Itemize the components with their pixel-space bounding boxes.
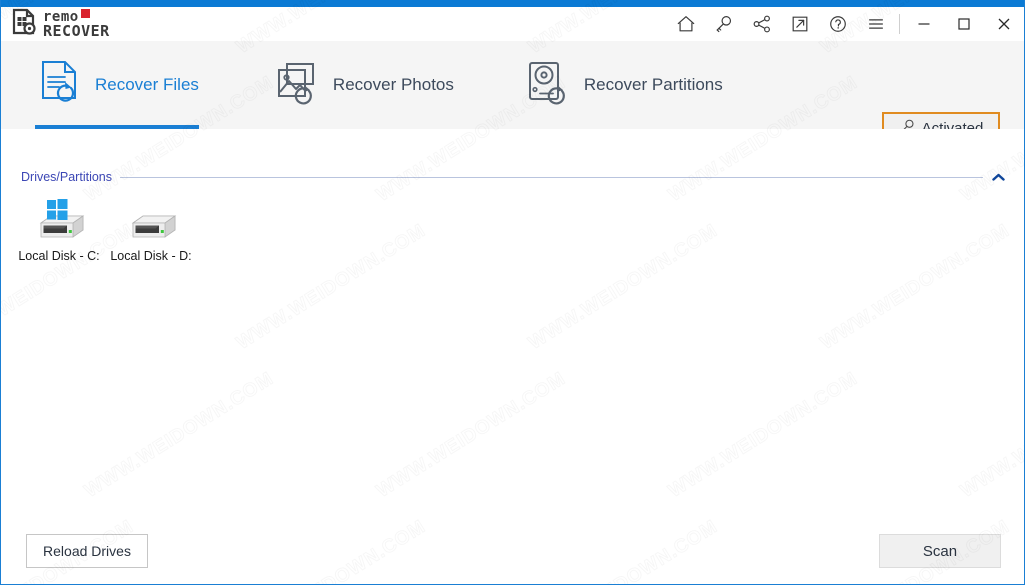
app-logo: remo RECOVER: [11, 7, 110, 41]
home-icon[interactable]: [667, 7, 705, 41]
title-bar: remo RECOVER: [1, 7, 1024, 41]
external-link-icon[interactable]: [781, 7, 819, 41]
tab-bar: Recover Files Recover Photos Recover Par…: [1, 41, 1024, 145]
minimize-button[interactable]: [904, 7, 944, 41]
logo-word-recover: RECOVER: [43, 21, 110, 40]
scan-label: Scan: [922, 542, 958, 560]
drives-section-header: Drives/Partitions: [21, 170, 1005, 184]
drives-list: Local Disk - C: Local Disk - D:: [13, 193, 197, 263]
tab-recover-files[interactable]: Recover Files: [35, 41, 199, 129]
reload-drives-label: Reload Drives: [43, 543, 131, 559]
tab-recover-partitions[interactable]: Recover Partitions: [524, 41, 723, 129]
key-icon[interactable]: [705, 7, 743, 41]
scan-button[interactable]: Scan: [879, 534, 1001, 568]
recover-partitions-icon: [524, 58, 572, 113]
recover-photos-icon: [273, 58, 321, 113]
tab-recover-photos[interactable]: Recover Photos: [273, 41, 454, 129]
section-divider-line: [120, 176, 983, 178]
menu-icon[interactable]: [857, 7, 895, 41]
close-button[interactable]: [984, 7, 1024, 41]
hard-drive-windows-icon: [27, 197, 91, 245]
tab-list: Recover Files Recover Photos Recover Par…: [35, 41, 723, 129]
application-window: remo RECOVER Recover Files Recover Photo…: [0, 0, 1025, 585]
titlebar-divider: [899, 14, 900, 34]
tab-label: Recover Photos: [332, 75, 454, 94]
drive-item-local-disk-d[interactable]: Local Disk - D:: [105, 193, 197, 263]
remo-document-logo-icon: [11, 8, 37, 41]
top-accent-strip: [1, 0, 1024, 7]
logo-wordmark: remo RECOVER: [43, 9, 110, 40]
title-bar-icon-group: [667, 7, 1024, 41]
reload-drives-button[interactable]: Reload Drives: [26, 534, 148, 568]
share-icon[interactable]: [743, 7, 781, 41]
chevron-up-icon[interactable]: [991, 170, 1005, 184]
drive-item-local-disk-c[interactable]: Local Disk - C:: [13, 193, 105, 263]
section-title: Drives/Partitions: [21, 170, 112, 184]
maximize-button[interactable]: [944, 7, 984, 41]
drive-label: Local Disk - C:: [18, 249, 100, 263]
tab-label: Recover Files: [95, 75, 199, 94]
drive-label: Local Disk - D:: [110, 249, 192, 263]
recover-files-icon: [35, 58, 83, 113]
tab-label: Recover Partitions: [583, 75, 723, 94]
content-area: Drives/Partitions Local Disk - C: Local …: [1, 129, 1024, 584]
logo-red-square: [80, 9, 90, 18]
help-icon[interactable]: [819, 7, 857, 41]
hard-drive-icon: [119, 197, 183, 245]
